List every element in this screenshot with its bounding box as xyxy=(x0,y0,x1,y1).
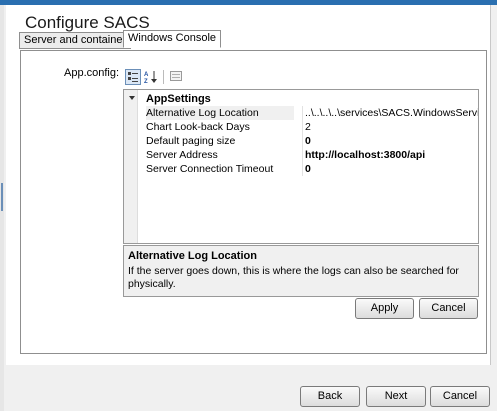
property-value[interactable]: http://localhost:3800/api xyxy=(302,148,478,162)
property-row[interactable]: Chart Look-back Days 2 xyxy=(138,120,478,134)
next-button[interactable]: Next xyxy=(366,386,426,407)
cancel-config-button[interactable]: Cancel xyxy=(419,298,478,319)
property-row[interactable]: Server Address http://localhost:3800/api xyxy=(138,148,478,162)
grid-gutter xyxy=(124,90,138,243)
property-name: Server Connection Timeout xyxy=(146,163,274,175)
apply-button[interactable]: Apply xyxy=(355,298,414,319)
back-button[interactable]: Back xyxy=(300,386,360,407)
dialog-content: Configure SACS Server and container Wind… xyxy=(6,5,491,365)
tab-windows-console[interactable]: Windows Console xyxy=(123,30,222,48)
property-description: Alternative Log Location If the server g… xyxy=(123,245,479,297)
property-value[interactable]: 0 xyxy=(302,162,478,176)
toolbar-separator xyxy=(163,70,164,84)
property-grid[interactable]: AppSettings Alternative Log Location ..\… xyxy=(123,89,479,244)
left-edge-marker xyxy=(1,183,3,211)
property-pages-icon[interactable] xyxy=(169,69,185,85)
property-row[interactable]: Alternative Log Location ..\..\..\..\ser… xyxy=(138,106,478,120)
property-name: Default paging size xyxy=(146,135,236,147)
property-value[interactable]: 0 xyxy=(302,134,478,148)
property-row[interactable]: Server Connection Timeout 0 xyxy=(138,162,478,176)
property-name: Chart Look-back Days xyxy=(146,121,250,133)
alphabetical-sort-icon[interactable]: A Z xyxy=(143,69,159,85)
tab-server-and-container[interactable]: Server and container xyxy=(19,32,132,49)
svg-text:A: A xyxy=(144,72,149,78)
property-name: Server Address xyxy=(146,149,218,161)
cancel-button[interactable]: Cancel xyxy=(430,386,490,407)
property-row[interactable]: Default paging size 0 xyxy=(138,134,478,148)
property-name: Alternative Log Location xyxy=(146,106,294,120)
description-title: Alternative Log Location xyxy=(128,250,257,262)
app-config-label: App.config: xyxy=(64,67,120,79)
left-edge xyxy=(0,5,4,411)
collapse-icon[interactable] xyxy=(129,96,135,100)
description-text: If the server goes down, this is where t… xyxy=(128,265,459,290)
svg-text:Z: Z xyxy=(144,79,148,85)
property-value[interactable]: 2 xyxy=(302,120,478,134)
categorized-icon[interactable] xyxy=(125,69,141,85)
category-appsettings: AppSettings xyxy=(146,93,211,105)
property-value[interactable]: ..\..\..\..\services\SACS.WindowsService… xyxy=(302,106,478,120)
